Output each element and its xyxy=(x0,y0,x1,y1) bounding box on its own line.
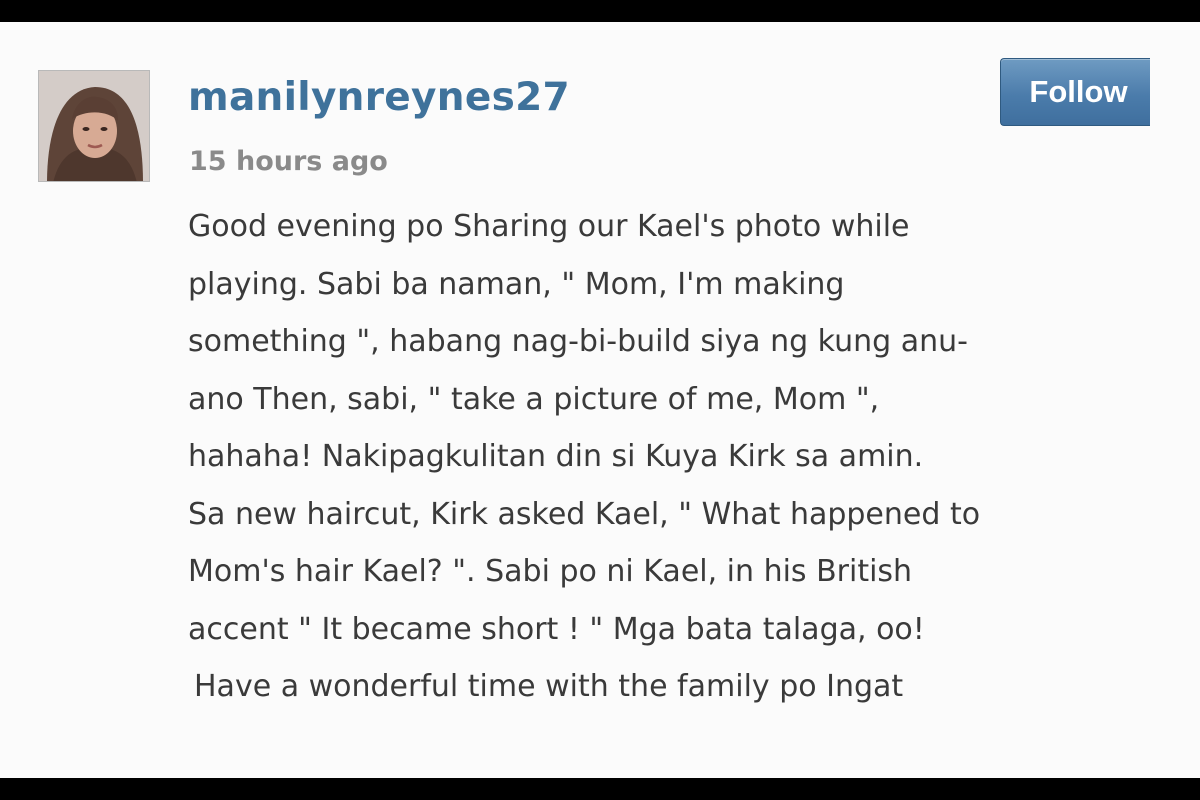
caption-line: Have a wonderful time with the family po… xyxy=(194,669,904,704)
caption-line: playing. Sabi ba naman, " Mom, I'm makin… xyxy=(188,266,845,302)
post-timestamp: 15 hours ago xyxy=(189,146,388,177)
caption-line: ano Then, sabi, " take a picture of me, … xyxy=(188,381,880,417)
caption-line: Mom's hair Kael? ". Sabi po ni Kael, in … xyxy=(188,554,913,589)
caption-line: something ", habang nag-bi-build siya ng… xyxy=(188,324,968,359)
caption-line: accent " It became short ! " Mga bata ta… xyxy=(188,611,925,647)
avatar-image xyxy=(39,71,149,181)
caption-line: Sa new haircut, Kirk asked Kael, " What … xyxy=(188,496,981,532)
caption-line: Good evening po Sharing our Kael's photo… xyxy=(188,209,910,244)
follow-button[interactable]: Follow xyxy=(1000,58,1150,126)
post-caption: Good evening po Sharing our Kael's photo… xyxy=(188,198,1128,716)
post-card: manilynreynes27 15 hours ago Follow Good… xyxy=(0,22,1200,778)
username-link[interactable]: manilynreynes27 xyxy=(188,72,570,124)
caption-line: hahaha! Nakipagkulitan din si Kuya Kirk … xyxy=(188,439,924,474)
avatar[interactable] xyxy=(38,70,150,182)
